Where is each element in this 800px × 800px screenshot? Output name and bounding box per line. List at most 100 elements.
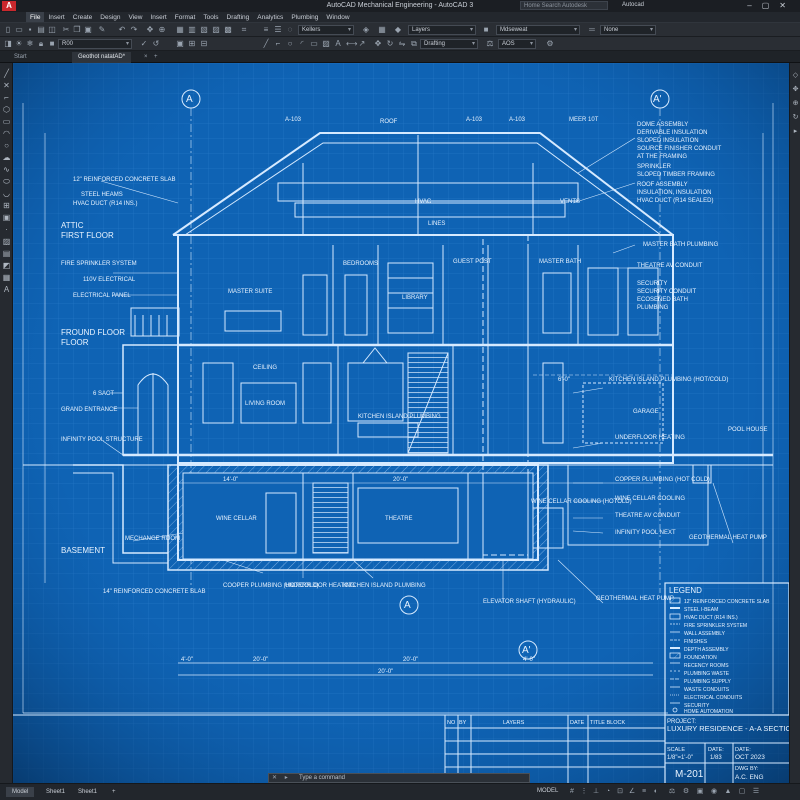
new-tab-icon[interactable]: + [148, 52, 164, 63]
arc-tool-icon[interactable]: ◜ [298, 40, 306, 48]
rotate-tool-icon[interactable]: ↻ [386, 40, 394, 48]
offset-tool-icon[interactable]: ⧉ [410, 40, 418, 48]
match-properties-icon[interactable]: ✎ [98, 26, 106, 34]
dimension-tool-icon[interactable]: ⟷ [346, 40, 357, 48]
user-account[interactable]: Autocad [622, 2, 644, 8]
menu-create[interactable]: Create [69, 12, 97, 22]
settings-icon[interactable]: ⚙ [546, 40, 554, 48]
open-folder-icon[interactable]: ▭ [15, 26, 23, 34]
insert-block-icon-left[interactable]: ⊞ [2, 201, 11, 210]
menu-window[interactable]: Window [322, 12, 353, 22]
text-style-dropdown[interactable]: Kellers [298, 25, 354, 35]
tab-model[interactable]: Model [6, 787, 35, 797]
lineweight-icon[interactable]: ═ [588, 26, 596, 34]
construction-line-icon[interactable]: ✕ [2, 81, 11, 90]
menu-drafting[interactable]: Drafting [223, 12, 254, 22]
tab-start[interactable]: Start [8, 52, 33, 63]
circle-icon[interactable]: ○ [2, 141, 11, 150]
isolate-objects-icon[interactable]: ◉ [710, 788, 718, 796]
command-line[interactable]: ✕ ▸ Type a command [268, 773, 530, 783]
tool-palette-icon[interactable]: ▧ [200, 26, 208, 34]
lineweight-toggle-icon[interactable]: ≡ [640, 788, 648, 796]
layer-previous-icon[interactable]: ↺ [152, 40, 160, 48]
table-icon[interactable]: ▦ [2, 273, 11, 282]
tab-sheet1[interactable]: Sheet1 [40, 787, 71, 797]
pan-nav-icon[interactable]: ✥ [791, 85, 800, 94]
layer-freeze-icon[interactable]: ❄ [26, 40, 34, 48]
tab-sheet1-b[interactable]: Sheet1 [72, 787, 103, 797]
bulb-icon[interactable]: ◌ [286, 26, 294, 34]
layer-manager-icon[interactable]: ≡ [262, 26, 270, 34]
menu-analytics[interactable]: Analytics [253, 12, 287, 22]
layer-dropdown[interactable]: Layers [408, 25, 476, 35]
revision-cloud-icon[interactable]: ☁ [2, 153, 11, 162]
ellipse-arc-icon[interactable]: ◡ [2, 189, 11, 198]
grid-toggle-icon[interactable]: # [568, 788, 576, 796]
annotation-scale-icon[interactable]: ⚖ [486, 40, 494, 48]
save-icon[interactable]: ▪ [26, 26, 34, 34]
layer-state-dropdown[interactable]: R00 [58, 39, 132, 49]
rectangle-icon[interactable]: ▭ [2, 117, 11, 126]
menu-view[interactable]: View [125, 12, 147, 22]
add-layout-icon[interactable]: + [106, 787, 122, 797]
menu-format[interactable]: Format [171, 12, 200, 22]
layer-on-icon[interactable]: ☀ [15, 40, 23, 48]
layer-icon[interactable]: ◆ [394, 26, 402, 34]
make-current-icon[interactable]: ✓ [140, 40, 148, 48]
circle-tool-icon[interactable]: ○ [286, 40, 294, 48]
rectangle-tool-icon[interactable]: ▭ [310, 40, 318, 48]
paste-icon[interactable]: ▣ [84, 26, 92, 34]
model-space-toggle[interactable]: MODEL [537, 788, 558, 794]
region-icon[interactable]: ◩ [2, 261, 11, 270]
color-swatch-icon[interactable]: ■ [482, 26, 490, 34]
annotation-scale-status-icon[interactable]: ⚖ [668, 788, 676, 796]
drawing-canvas[interactable]: A A' A A' A-103 A-103 A-103 MEER 10T ROO… [13, 63, 789, 783]
new-file-icon[interactable]: ▯ [4, 26, 12, 34]
hatch-icon[interactable]: ▨ [2, 237, 11, 246]
transparency-toggle-icon[interactable]: ◐ [652, 788, 660, 796]
make-block-icon[interactable]: ▣ [2, 213, 11, 222]
polyline-icon[interactable]: ⌐ [2, 93, 11, 102]
workspace-switch-icon[interactable]: ⚙ [682, 788, 690, 796]
move-tool-icon[interactable]: ✥ [374, 40, 382, 48]
table-style-icon[interactable]: ▦ [378, 26, 386, 34]
zoom-nav-icon[interactable]: ⊕ [791, 99, 800, 108]
hatch-tool-icon[interactable]: ▨ [322, 40, 330, 48]
menu-insert[interactable]: Insert [44, 12, 68, 22]
text-tool-icon[interactable]: A [334, 40, 342, 48]
cut-icon[interactable]: ✂ [62, 26, 70, 34]
polyline-tool-icon[interactable]: ⌐ [274, 40, 282, 48]
annotation-dropdown[interactable]: AOS [498, 39, 536, 49]
polygon-icon[interactable]: ⬡ [2, 105, 11, 114]
ortho-toggle-icon[interactable]: ⊥ [592, 788, 600, 796]
menu-design[interactable]: Design [96, 12, 124, 22]
linetype-dropdown[interactable]: Mdseweat [496, 25, 580, 35]
layer-states-icon[interactable]: ☰ [274, 26, 282, 34]
search-input[interactable]: Home Search Autodesk [520, 1, 608, 10]
hardware-acceleration-icon[interactable]: ▲ [724, 788, 732, 796]
mirror-tool-icon[interactable]: ⇋ [398, 40, 406, 48]
menu-tools[interactable]: Tools [199, 12, 222, 22]
arc-icon[interactable]: ◠ [2, 129, 11, 138]
layer-lock-icon[interactable]: 🔒︎ [37, 40, 45, 48]
polar-toggle-icon[interactable]: ◔ [604, 788, 612, 796]
spline-icon[interactable]: ∿ [2, 165, 11, 174]
leader-tool-icon[interactable]: ↗ [358, 40, 366, 48]
copy-icon[interactable]: ❐ [73, 26, 81, 34]
gradient-icon[interactable]: ▤ [2, 249, 11, 258]
orbit-nav-icon[interactable]: ↻ [791, 113, 800, 122]
menu-plumbing[interactable]: Plumbing [287, 12, 322, 22]
pan-icon[interactable]: ✥ [146, 26, 154, 34]
line-icon[interactable]: ╱ [2, 69, 11, 78]
insert-block-icon[interactable]: ⊞ [188, 40, 196, 48]
block-icon[interactable]: ▣ [176, 40, 184, 48]
osnap-toggle-icon[interactable]: ⊡ [616, 788, 624, 796]
window-controls[interactable]: –▢✕ [747, 1, 796, 10]
showmotion-icon[interactable]: ▸ [791, 127, 800, 136]
snap-toggle-icon[interactable]: ⋮ [580, 788, 588, 796]
line-tool-icon[interactable]: ╱ [262, 40, 270, 48]
redo-icon[interactable]: ↷ [130, 26, 138, 34]
customization-icon[interactable]: ☰ [752, 788, 760, 796]
dimstyle-icon[interactable]: ◈ [362, 26, 370, 34]
layer-properties-icon[interactable]: ◨ [4, 40, 12, 48]
